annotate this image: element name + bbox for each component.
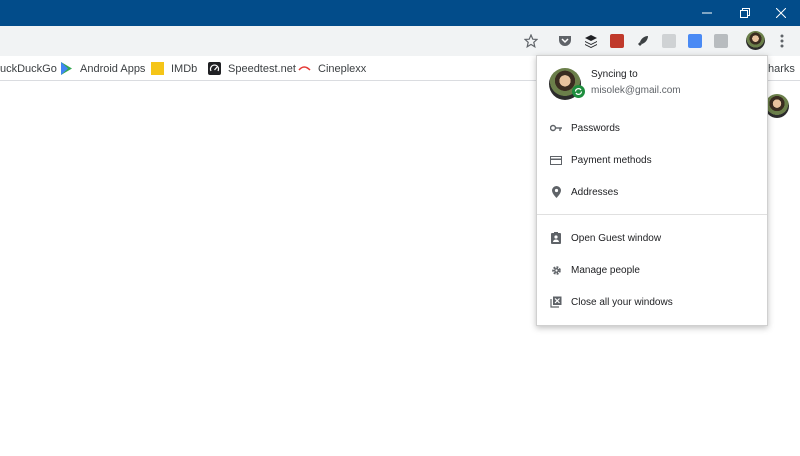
menu-item-label: Passwords: [571, 122, 620, 134]
close-button[interactable]: [762, 0, 800, 26]
bookmark-android-apps[interactable]: Android Apps: [60, 56, 145, 81]
menu-dots-icon[interactable]: [780, 34, 784, 48]
rocket-icon[interactable]: [636, 34, 650, 48]
bookmark-imdb[interactable]: IMDb: [151, 56, 197, 81]
gear-icon: [549, 263, 563, 277]
red-extension-icon[interactable]: [610, 34, 624, 48]
bookmark-label: IMDb: [171, 62, 198, 75]
bookmark-label: Speedtest.net: [228, 62, 296, 75]
imdb-icon: [151, 62, 164, 75]
translate-icon[interactable]: [688, 34, 702, 48]
menu-item-label: Payment methods: [571, 154, 652, 166]
menu-item-payment-methods[interactable]: Payment methods: [537, 145, 767, 175]
close-icon: [776, 8, 786, 18]
layers-icon[interactable]: [584, 34, 598, 48]
other-bookmarks-label: harks: [768, 62, 795, 75]
cineplexx-icon: [298, 66, 311, 71]
menu-item-passwords[interactable]: Passwords: [537, 113, 767, 143]
contact-extension-icon[interactable]: [662, 34, 676, 48]
profile-avatar[interactable]: [746, 31, 765, 50]
bookmark-label: Cineplexx: [318, 62, 367, 75]
page-avatar: [765, 94, 789, 118]
key-icon: [549, 121, 563, 135]
menu-divider: [537, 214, 767, 215]
guest-badge-icon: [549, 231, 563, 245]
bookmark-label: Android Apps: [80, 62, 146, 75]
location-pin-icon: [549, 185, 563, 199]
menu-item-label: Close all your windows: [571, 296, 673, 308]
menu-item-close-all-windows[interactable]: Close all your windows: [537, 287, 767, 317]
play-store-icon: [61, 62, 72, 75]
bookmark-cineplexx[interactable]: Cineplexx: [298, 56, 366, 81]
other-bookmarks[interactable]: harks: [768, 56, 795, 81]
sync-icon: [572, 85, 585, 98]
menu-item-label: Open Guest window: [571, 232, 662, 244]
extension-icon[interactable]: [714, 34, 728, 48]
close-windows-icon: [549, 295, 563, 309]
restore-icon: [740, 8, 750, 18]
minimize-icon: [702, 12, 712, 14]
sync-title: Syncing to: [591, 69, 638, 80]
profile-menu: Syncing to misolek@gmail.com Passwords P…: [536, 55, 768, 326]
restore-button[interactable]: [726, 0, 764, 26]
speedtest-icon: [208, 62, 221, 75]
star-icon[interactable]: [524, 34, 538, 48]
minimize-button[interactable]: [688, 0, 726, 26]
title-bar: [0, 0, 800, 26]
account-email: misolek@gmail.com: [591, 85, 681, 96]
menu-item-label: Manage people: [571, 264, 640, 276]
browser-toolbar: [0, 26, 800, 56]
credit-card-icon: [549, 153, 563, 167]
bookmark-speedtest[interactable]: Speedtest.net: [208, 56, 296, 81]
menu-item-open-guest-window[interactable]: Open Guest window: [537, 223, 767, 253]
menu-item-label: Addresses: [571, 186, 619, 198]
menu-item-manage-people[interactable]: Manage people: [537, 255, 767, 285]
menu-item-addresses[interactable]: Addresses: [537, 177, 767, 207]
pocket-icon[interactable]: [558, 34, 572, 48]
bookmark-duckduckgo[interactable]: uckDuckGo: [0, 56, 57, 81]
bookmark-label: uckDuckGo: [0, 62, 57, 75]
